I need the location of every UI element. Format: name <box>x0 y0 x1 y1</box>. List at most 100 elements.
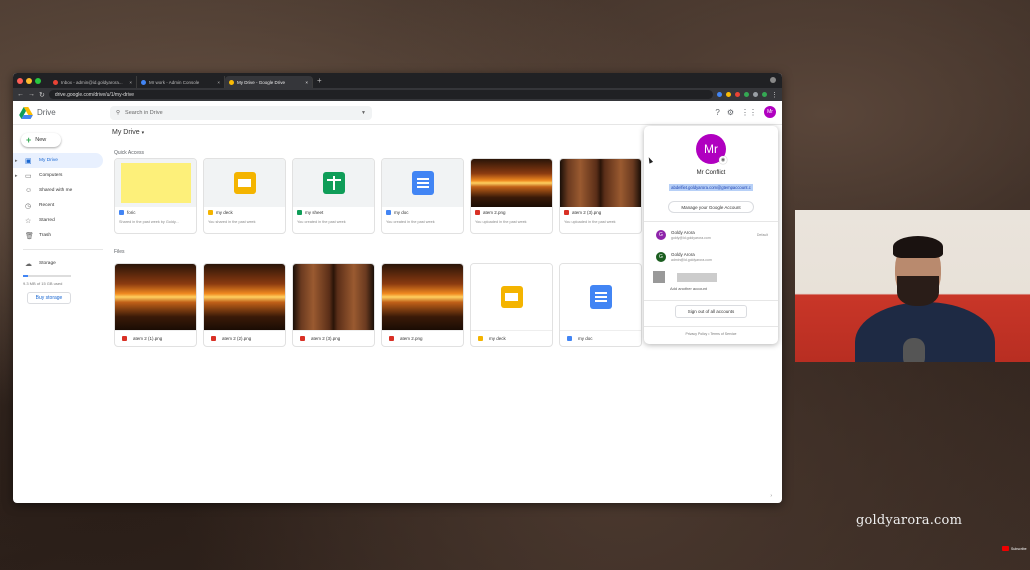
forward-icon[interactable]: → <box>28 91 35 98</box>
presenter-body <box>855 302 995 362</box>
file-caption: atem 2 (1).png <box>115 330 196 346</box>
blurred-account-row[interactable] <box>644 268 778 286</box>
trash-icon: 🗑 <box>25 232 34 240</box>
quick-access-card[interactable]: atem 2.png You uploaded in the past week <box>470 158 553 234</box>
file-thumbnail <box>115 159 196 207</box>
doc-file-icon <box>567 336 572 341</box>
storage-bar-fill <box>23 275 28 277</box>
sidebar-item-label: Computers <box>39 173 63 178</box>
cloud-icon: ☁ <box>25 260 32 268</box>
sidebar-item-my-drive[interactable]: ▸ ▣ My Drive <box>13 153 103 168</box>
file-name-row: my deck <box>208 210 281 215</box>
apps-grid-icon[interactable]: ⋮⋮ <box>741 108 757 117</box>
close-tab-icon[interactable]: × <box>305 80 308 85</box>
file-card[interactable]: atem 2 (1).png <box>114 263 197 347</box>
quick-access-card[interactable]: my sheet You created in the past week <box>292 158 375 234</box>
sidebar-item-trash[interactable]: 🗑 Trash <box>13 228 109 243</box>
extension-icon[interactable] <box>744 92 749 97</box>
youtube-subscribe-label: Subscribe <box>1011 546 1027 551</box>
sign-out-button[interactable]: Sign out of all accounts <box>675 305 747 318</box>
search-icon[interactable]: ⚲ <box>116 110 120 116</box>
search-placeholder: Search in Drive <box>125 110 163 116</box>
file-name-row: atem 2.png <box>475 210 548 215</box>
youtube-subscribe-badge[interactable]: Subscribe <box>1002 546 1027 551</box>
reload-icon[interactable]: ↻ <box>39 91 45 99</box>
account-info: Goldy Arora goldy@id.goldyarora.com <box>671 230 711 240</box>
account-row-email: goldy@id.goldyarora.com <box>671 236 711 240</box>
gear-icon[interactable]: ⚙ <box>727 108 734 117</box>
close-tab-icon[interactable]: × <box>129 80 132 85</box>
quick-access-card[interactable]: my doc You created in the past week <box>381 158 464 234</box>
file-thumbnail <box>293 159 374 207</box>
storage-bar <box>23 275 71 277</box>
file-thumbnail <box>204 264 285 330</box>
account-avatar[interactable]: Mr ◉ <box>696 134 727 164</box>
watermark-text: goldyarora.com <box>856 513 963 528</box>
minimize-window-button[interactable] <box>26 77 32 84</box>
extension-icon[interactable] <box>726 92 731 97</box>
file-name-row: my sheet <box>297 210 370 215</box>
file-activity: You created in the past week <box>297 220 346 224</box>
clock-icon: ◷ <box>25 202 32 210</box>
close-window-button[interactable] <box>17 77 23 84</box>
back-icon[interactable]: ← <box>17 91 24 98</box>
file-name: atem 2 (1).png <box>133 336 163 341</box>
chevron-right-icon[interactable]: › <box>770 493 772 499</box>
file-activity: Shared in the past week by Goldy... <box>119 220 179 224</box>
note-thumbnail-icon <box>120 163 191 203</box>
camera-icon[interactable]: ◉ <box>719 156 727 164</box>
avatar[interactable]: Mr <box>764 106 776 118</box>
file-card[interactable]: atem 2.png <box>381 263 464 347</box>
sidebar-item-shared-with-me[interactable]: ☺ Shared with me <box>13 183 109 198</box>
extension-icon[interactable] <box>735 92 740 97</box>
search-input[interactable]: ⚲ Search in Drive ▼ <box>110 106 372 120</box>
search-options-icon[interactable]: ▼ <box>361 110 366 116</box>
quick-access-card[interactable]: atem 2 (3).png You uploaded in the past w… <box>559 158 642 234</box>
youtube-icon <box>1002 546 1009 551</box>
card-caption: my sheet You created in the past week <box>293 207 374 233</box>
account-row[interactable]: G Goldy Arora goldy@id.goldyarora.com Defau… <box>644 224 778 246</box>
account-row[interactable]: G Goldy Arora admin@id.goldyarora.com <box>644 246 778 268</box>
new-button-label: New <box>35 137 47 143</box>
expand-arrow-icon[interactable]: ▸ <box>15 173 18 179</box>
doc-file-icon <box>386 210 391 215</box>
file-name: atem 2 (2).png <box>222 336 252 341</box>
file-card[interactable]: atem 2 (2).png <box>203 263 286 347</box>
manage-account-button[interactable]: Manage your Google Account <box>668 201 754 213</box>
extension-icon[interactable] <box>753 92 758 97</box>
drive-logo-icon[interactable] <box>19 106 33 119</box>
profile-icon[interactable] <box>762 92 767 97</box>
drive-header: Drive ⚲ Search in Drive ▼ ? ⚙ ⋮⋮ Mr <box>13 101 782 125</box>
file-card[interactable]: atem 2 (3).png <box>292 263 375 347</box>
extension-icon[interactable] <box>717 92 722 97</box>
browser-tab[interactable]: My Drive - Google Drive × <box>225 76 313 88</box>
close-tab-icon[interactable]: × <box>217 80 220 85</box>
quick-access-card[interactable]: foric Shared in the past week by Goldy... <box>114 158 197 234</box>
new-tab-button[interactable]: + <box>317 76 322 85</box>
maximize-window-button[interactable] <box>35 77 41 84</box>
sidebar-item-starred[interactable]: ☆ Starred <box>13 213 109 228</box>
buy-storage-button[interactable]: Buy storage <box>27 292 71 304</box>
add-account-button[interactable]: Add another account <box>644 286 778 296</box>
file-card[interactable]: my deck <box>470 263 553 347</box>
expand-arrow-icon[interactable]: ▸ <box>15 158 18 164</box>
menu-icon[interactable]: ⋮ <box>771 91 778 99</box>
new-button[interactable]: + New <box>21 133 61 147</box>
sidebar-item-storage[interactable]: ☁ Storage <box>13 256 109 271</box>
browser-profile-icon[interactable] <box>770 77 776 83</box>
microphone-icon <box>903 338 925 362</box>
file-activity: You uploaded in the past week <box>564 220 616 224</box>
file-name: atem 2.png <box>483 210 506 215</box>
sidebar-item-recent[interactable]: ◷ Recent <box>13 198 109 213</box>
quick-access-card[interactable]: my deck You shared in the past week <box>203 158 286 234</box>
account-row-name: Goldy Arora <box>671 252 695 257</box>
address-bar[interactable]: drive.google.com/drive/u/1/my-drive <box>48 90 713 99</box>
browser-tab[interactable]: Inbox - admin@id.goldyarora... × <box>49 76 137 88</box>
file-caption: atem 2 (2).png <box>204 330 285 346</box>
sidebar-item-computers[interactable]: ▸ ▭ Computers <box>13 168 109 183</box>
browser-tab[interactable]: Mr work - Admin Console × <box>137 76 225 88</box>
file-card[interactable]: my doc <box>559 263 642 347</box>
drive-title[interactable]: Drive <box>37 108 56 117</box>
help-icon[interactable]: ? <box>715 108 719 117</box>
account-footer-links[interactable]: Privacy Policy • Terms of Service <box>644 332 778 336</box>
